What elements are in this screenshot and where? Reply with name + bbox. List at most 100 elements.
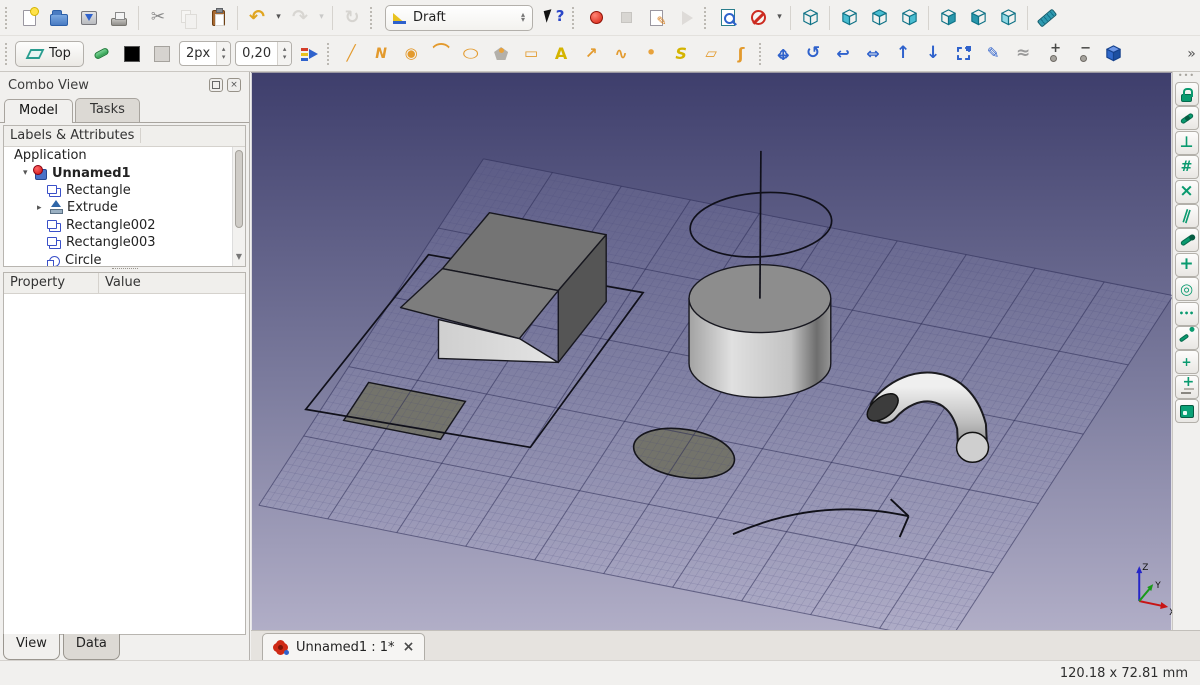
view-left-button[interactable] [994, 4, 1022, 32]
paste-button[interactable] [204, 4, 232, 32]
fit-all-button[interactable] [714, 4, 742, 32]
spinner-arrows-icon[interactable]: ▴ ▾ [521, 10, 525, 23]
draft-circle-button[interactable]: ◉ [397, 40, 425, 68]
draft-point-button[interactable]: • [637, 40, 665, 68]
macro-edit-button[interactable] [642, 4, 670, 32]
3d-viewport[interactable]: Z Y X [251, 72, 1172, 630]
view-top-button[interactable] [865, 4, 893, 32]
line-color-swatch[interactable] [118, 40, 146, 68]
scale-spinbox[interactable]: 0,20 ▴ ▾ [235, 41, 293, 66]
autogroup-button[interactable] [295, 40, 323, 68]
tab-data[interactable]: Data [62, 634, 120, 660]
toolbar-handle[interactable] [572, 6, 578, 29]
toolbar-handle[interactable] [327, 42, 333, 65]
tree-item-rectangle003[interactable]: Rectangle003 [4, 234, 245, 251]
draft-bspline-button[interactable]: ∿ [607, 40, 635, 68]
toolbar-handle[interactable]: ••• [1173, 72, 1200, 82]
draft-rectangle-button[interactable]: ▭ [517, 40, 545, 68]
edit-button[interactable]: ✎ [979, 40, 1007, 68]
view-rear-button[interactable] [934, 4, 962, 32]
scale-button[interactable] [949, 40, 977, 68]
snap-special-button[interactable]: + [1174, 252, 1199, 277]
draft-line-button[interactable]: ╱ [337, 40, 365, 68]
whatsthis-button[interactable] [540, 4, 568, 32]
copy-button[interactable] [174, 4, 202, 32]
snap-extension-button[interactable] [1174, 325, 1199, 350]
downgrade-button[interactable]: ↓ [919, 40, 947, 68]
view-front-button[interactable] [835, 4, 863, 32]
macro-stop-button[interactable] [612, 4, 640, 32]
snap-perpendicular-button[interactable]: ⊥ [1174, 130, 1199, 155]
tree-item-application[interactable]: Application [4, 147, 245, 164]
rotate-button[interactable]: ↺ [799, 40, 827, 68]
property-column-header[interactable]: Property [4, 273, 99, 293]
cut-button[interactable]: ✂ [144, 4, 172, 32]
trimex-button[interactable]: ⇔ [859, 40, 887, 68]
draft-wire-button[interactable]: N [367, 40, 395, 68]
macro-play-button[interactable] [672, 4, 700, 32]
document-tab[interactable]: Unnamed1 : 1* × [262, 633, 426, 660]
undo-dropdown[interactable]: ▾ [273, 4, 284, 32]
snap-near-button[interactable]: ••• [1174, 301, 1199, 326]
value-column-header[interactable]: Value [99, 273, 147, 293]
new-document-button[interactable] [15, 4, 43, 32]
snap-midpoint-button[interactable] [1174, 106, 1199, 131]
tab-close-icon[interactable]: × [403, 639, 415, 655]
undo-button[interactable]: ↶ [243, 4, 271, 32]
draft-ellipse-button[interactable]: ○ [457, 40, 485, 68]
toolbar-overflow[interactable]: » [1186, 40, 1197, 68]
snap-working-plane-button[interactable] [1174, 399, 1199, 424]
snap-center-button[interactable]: ◎ [1174, 277, 1199, 302]
move-button[interactable] [769, 40, 797, 68]
tree-scrollbar[interactable]: ▼ [232, 147, 245, 266]
upgrade-button[interactable]: ↑ [889, 40, 917, 68]
redo-dropdown[interactable]: ▾ [316, 4, 327, 32]
toolbar-handle[interactable] [759, 42, 765, 65]
tree-item-unnamed1[interactable]: ▾ Unnamed1 [4, 164, 245, 181]
draw-style-dropdown[interactable]: ▾ [774, 4, 785, 32]
add-point-button[interactable] [1039, 40, 1067, 68]
toolbar-handle[interactable] [5, 6, 11, 29]
construction-mode-button[interactable] [88, 40, 116, 68]
workbench-selector[interactable]: Draft ▴ ▾ [385, 4, 533, 31]
snap-dimensions-button[interactable] [1174, 374, 1199, 399]
draft-shapestring-button[interactable]: S [667, 40, 695, 68]
tree-item-rectangle002[interactable]: Rectangle002 [4, 217, 245, 234]
spinner-arrows-icon[interactable]: ▴ ▾ [277, 42, 292, 65]
wire-to-bspline-button[interactable]: ≈ [1009, 40, 1037, 68]
snap-grid-button[interactable]: # [1174, 155, 1199, 180]
face-color-swatch[interactable] [148, 40, 176, 68]
scroll-down-icon[interactable]: ▼ [234, 252, 244, 265]
tree-item-circle[interactable]: Circle [4, 251, 245, 266]
panel-float-button[interactable] [209, 78, 223, 92]
view-right-button[interactable] [895, 4, 923, 32]
draw-style-button[interactable] [744, 4, 772, 32]
print-button[interactable] [105, 4, 133, 32]
snap-angle-button[interactable]: + [1174, 350, 1199, 375]
draft-facebinder-button[interactable]: ▱ [697, 40, 725, 68]
delete-point-button[interactable] [1069, 40, 1097, 68]
draft-arc-button[interactable]: ⌒ [427, 40, 455, 68]
redo-button[interactable]: ↷ [286, 4, 314, 32]
toolbar-handle[interactable] [5, 42, 11, 65]
draft-polygon-button[interactable] [487, 40, 515, 68]
refresh-button[interactable]: ↻ [338, 4, 366, 32]
expander-icon[interactable]: ▸ [37, 203, 49, 213]
snap-endpoint-button[interactable] [1174, 228, 1199, 253]
spinner-arrows-icon[interactable]: ▴ ▾ [216, 42, 231, 65]
tree-item-extrude[interactable]: ▸ Extrude [4, 199, 245, 216]
snap-parallel-button[interactable]: ∥ [1174, 203, 1199, 228]
tab-model[interactable]: Model [4, 99, 74, 123]
offset-button[interactable]: ↩ [829, 40, 857, 68]
view-bottom-button[interactable] [964, 4, 992, 32]
panel-close-button[interactable]: × [227, 78, 241, 92]
snap-intersection-button[interactable]: × [1174, 179, 1199, 204]
draft-bezier-button[interactable]: ʃ [727, 40, 755, 68]
tab-tasks[interactable]: Tasks [75, 98, 140, 122]
toolbar-handle[interactable] [704, 6, 710, 29]
tab-view[interactable]: View [3, 634, 60, 660]
snap-lock-button[interactable] [1174, 82, 1199, 106]
shape2dview-button[interactable] [1099, 40, 1127, 68]
line-width-spinbox[interactable]: 2px ▴ ▾ [178, 41, 232, 66]
toolbar-handle[interactable] [370, 6, 376, 29]
